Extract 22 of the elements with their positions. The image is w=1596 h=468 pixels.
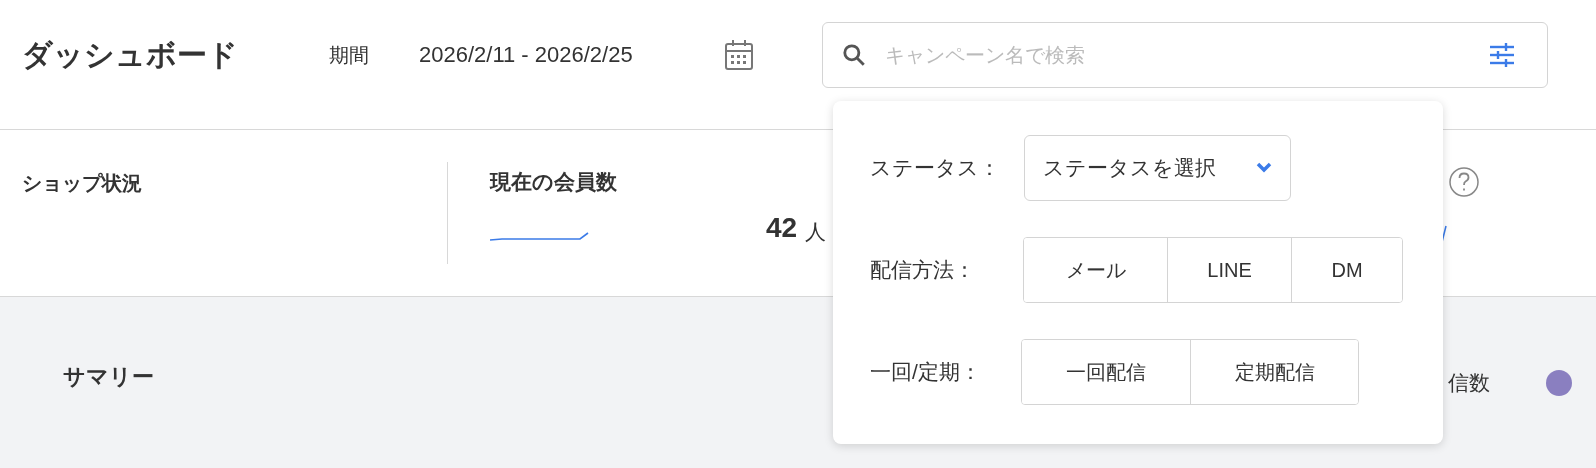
card-title: 現在の会員数: [490, 169, 617, 195]
period-label: 期間: [329, 42, 370, 68]
search-input[interactable]: キャンペーン名で検索: [885, 39, 1489, 70]
section-title: サマリー: [63, 363, 154, 391]
filter-label: 配信方法：: [870, 257, 976, 284]
period-value: 2026/2/11 - 2026/2/25: [419, 41, 634, 69]
help-icon[interactable]: [1448, 166, 1480, 198]
member-count: 42: [766, 213, 798, 242]
search-icon: [841, 41, 867, 68]
option-button[interactable]: 定期配信: [1190, 340, 1358, 404]
legend-label: 信数: [1448, 370, 1490, 396]
filter-icon[interactable]: [1489, 42, 1515, 67]
calendar-icon[interactable]: [724, 38, 754, 71]
chevron-down-icon: [1256, 162, 1272, 174]
option-button[interactable]: DM: [1291, 238, 1402, 302]
search-field[interactable]: キャンペーン名で検索: [822, 21, 1548, 88]
status-select[interactable]: ステータスを選択: [1024, 135, 1291, 201]
section-title: ショップ状況: [22, 171, 143, 196]
filter-label: 一回/定期：: [870, 359, 982, 386]
member-unit: 人: [805, 220, 827, 242]
filter-label: ステータス：: [870, 155, 1001, 182]
page-title: ダッシュボード: [22, 37, 239, 73]
